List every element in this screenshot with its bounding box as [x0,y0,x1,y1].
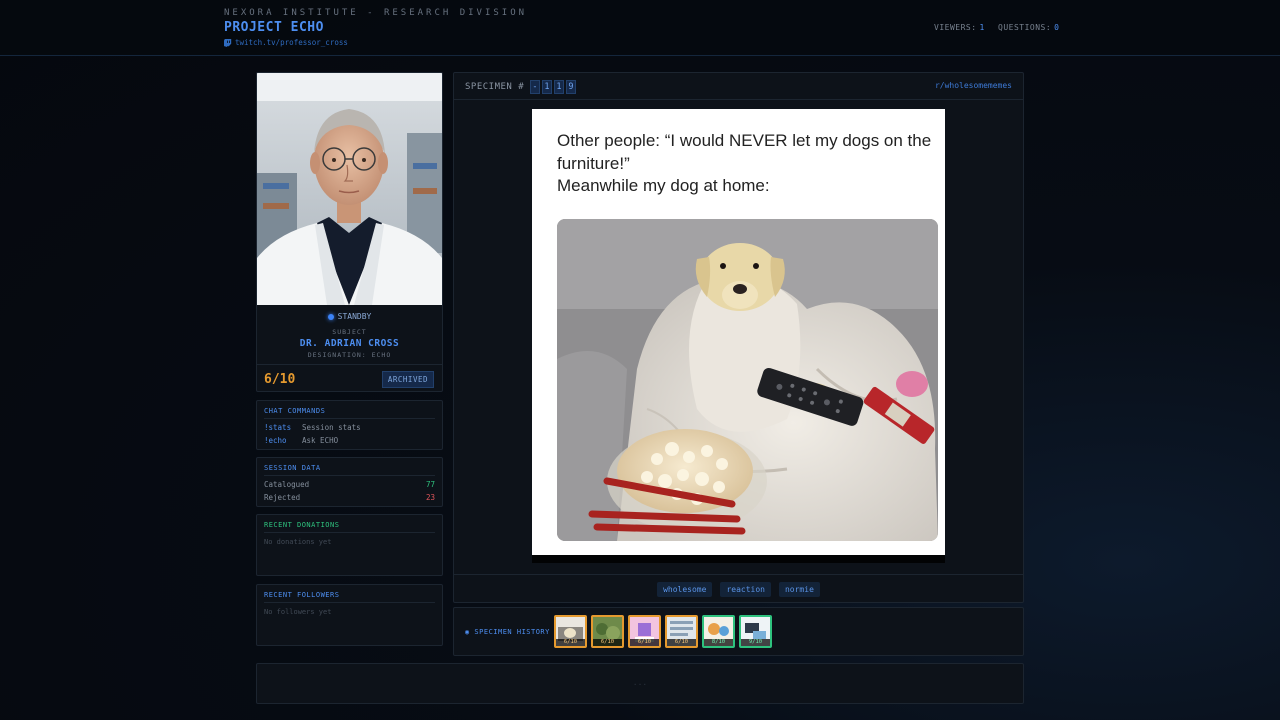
meme-caption-line: Meanwhile my dog at home: [557,176,770,195]
viewers-label: VIEWERS: [934,23,977,32]
thumb-score: 6/10 [667,639,696,646]
viewers-stat: VIEWERS: 1 [934,23,985,32]
command-desc: Ask ECHO [302,436,339,445]
specimen-label: SPECIMEN # [465,82,525,92]
history-thumb[interactable]: 6/10 [591,615,624,648]
specimen-header: SPECIMEN # - 1 1 9 r/wholesomememes [454,73,1023,100]
status-dot-icon [327,313,334,320]
thumb-score: 6/10 [556,639,585,646]
rejected-row: Rejected 23 [264,493,435,502]
channel-link[interactable]: twitch.tv/professor_cross [224,38,348,47]
chat-commands-panel: CHAT COMMANDS !stats Session stats !echo… [256,400,443,450]
portrait-image [257,73,442,305]
history-thumb[interactable]: 6/10 [665,615,698,648]
org-name: NEXORA INSTITUTE - RESEARCH DIVISION [224,8,528,18]
project-title: PROJECT ECHO [224,20,324,35]
subject-card: STANDBY SUBJECT DR. ADRIAN CROSS DESIGNA… [256,72,443,392]
followers-empty-text: No followers yet [264,608,332,616]
command-row: !echo Ask ECHO [264,436,435,445]
specimen-digit: 1 [542,80,553,94]
specimen-number: SPECIMEN # - 1 1 9 [465,80,577,94]
subject-name: DR. ADRIAN CROSS [299,338,400,349]
twitch-icon [224,38,232,47]
viewers-count: 1 [979,23,985,32]
meme-caption-line: furniture!” [557,153,630,173]
history-thumb[interactable]: 6/10 [554,615,587,648]
thumb-score: 9/10 [741,639,770,646]
catalogued-row: Catalogued 77 [264,480,435,489]
status-text: STANDBY [337,312,372,321]
current-score: 6/10 [264,372,296,387]
questions-count: 0 [1054,23,1060,32]
recent-followers-title: RECENT FOLLOWERS [264,585,435,603]
bottom-ticker: ... [256,663,1024,704]
thumb-score: 6/10 [630,639,659,646]
tag-chip[interactable]: normie [778,581,820,597]
specimen-panel: SPECIMEN # - 1 1 9 r/wholesomememes Othe… [453,72,1024,603]
session-data-title: SESSION DATA [264,458,435,476]
meme-shadow [532,555,945,563]
tag-chip[interactable]: reaction [720,581,771,597]
meme-caption: Other people: “I would NEVER let my dogs… [557,130,937,198]
subject-designation: DESIGNATION: ECHO [307,351,392,359]
session-data-panel: SESSION DATA Catalogued 77 Rejected 23 [256,457,443,507]
specimen-history-panel: ◉ SPECIMEN HISTORY 6/10 6/10 6/10 6/10 8… [453,607,1024,656]
ticker-placeholder: ... [632,678,648,687]
thumb-score: 8/10 [704,639,733,646]
recent-followers-panel: RECENT FOLLOWERS No followers yet [256,584,443,646]
rejected-label: Rejected [264,493,301,502]
history-thumb[interactable]: 8/10 [702,615,735,648]
recent-donations-panel: RECENT DONATIONS No donations yet [256,514,443,576]
history-thumb[interactable]: 6/10 [628,615,661,648]
specimen-digit: 1 [554,80,565,94]
command-key: !echo [264,436,287,445]
thumb-score: 6/10 [593,639,622,646]
questions-label: QUESTIONS: [998,23,1052,32]
catalogued-label: Catalogued [264,480,310,489]
archived-badge: ARCHIVED [381,371,434,388]
dog-on-couch-image [557,219,938,541]
donations-empty-text: No donations yet [264,538,332,546]
top-header: NEXORA INSTITUTE - RESEARCH DIVISION PRO… [0,0,1280,56]
subject-label: SUBJECT [332,328,367,336]
command-key: !stats [264,423,292,432]
channel-text: twitch.tv/professor_cross [235,38,348,47]
rejected-count: 23 [425,493,435,502]
status-indicator: STANDBY [257,312,442,321]
history-thumb[interactable]: 9/10 [739,615,772,648]
specimen-tags: wholesome reaction normie [454,574,1023,603]
command-row: !stats Session stats [264,423,435,432]
catalogued-count: 77 [425,480,435,489]
chat-commands-title: CHAT COMMANDS [264,401,435,419]
subject-portrait [257,73,442,305]
recent-donations-title: RECENT DONATIONS [264,515,435,533]
specimen-digit: 9 [566,80,577,94]
specimen-history-label: ◉ SPECIMEN HISTORY [465,628,550,636]
dog-photo [557,219,938,541]
subreddit-link[interactable]: r/wholesomememes [935,81,1012,90]
command-desc: Session stats [302,423,361,432]
specimen-digit: - [530,80,541,94]
meme-caption-line: Other people: “I would NEVER let my dogs… [557,131,932,150]
questions-stat: QUESTIONS: 0 [998,23,1060,32]
tag-chip[interactable]: wholesome [657,581,713,597]
meme-image: Other people: “I would NEVER let my dogs… [532,109,945,555]
card-divider [257,364,442,365]
